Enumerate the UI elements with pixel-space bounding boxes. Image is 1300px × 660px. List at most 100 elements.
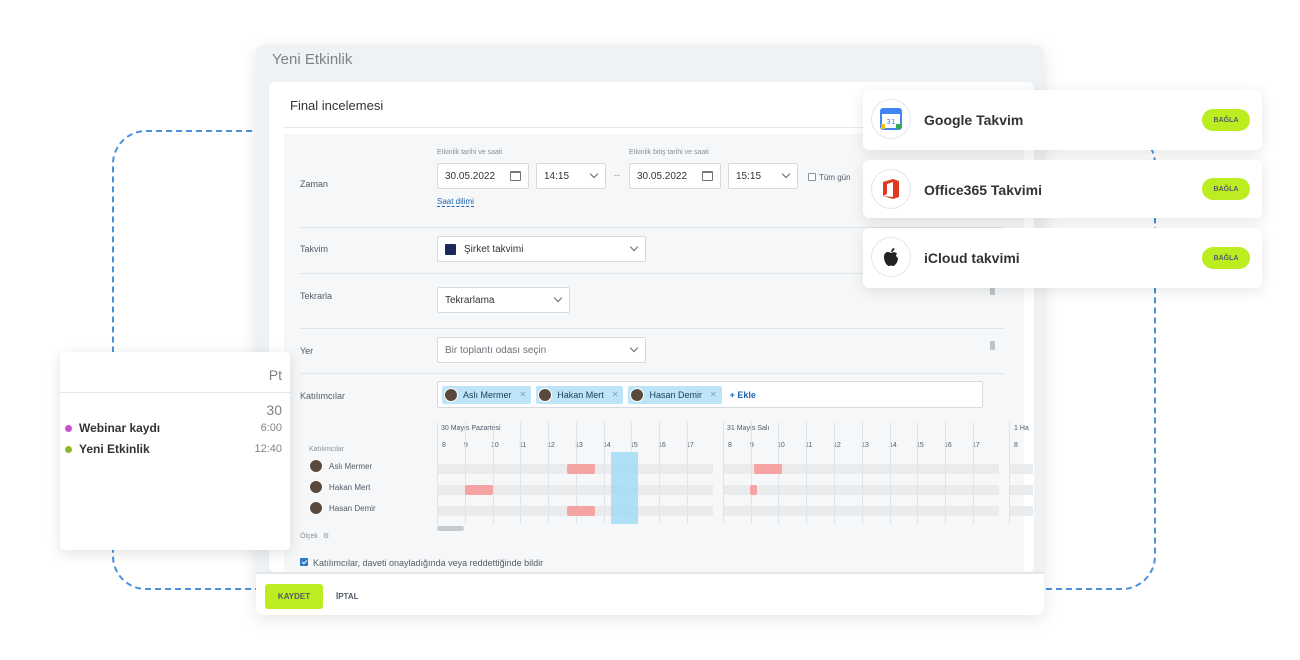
- agenda-item[interactable]: Yeni Etkinlik 12:40: [65, 442, 282, 456]
- day-label: 30 Mayıs Pazartesi: [441, 425, 501, 432]
- person-name: Hasan Demir: [329, 503, 376, 513]
- scale-label[interactable]: Ölçek ⚙: [300, 532, 329, 540]
- event-color-dot: [65, 445, 72, 453]
- availability-timeline[interactable]: 30 Mayıs Pazartesi 31 Mayıs Salı 1 Ha 8 …: [437, 422, 1033, 531]
- timeline-person: Aslı Mermer: [309, 459, 372, 473]
- connect-button[interactable]: BAĞLA: [1202, 247, 1250, 269]
- event-title: Webinar kaydı: [79, 421, 161, 435]
- timezone-link[interactable]: Saat dilimi: [437, 197, 474, 207]
- agenda-item[interactable]: Webinar kaydı 6:00: [65, 421, 282, 435]
- busy-slot: [567, 464, 595, 474]
- avatar: [309, 501, 323, 515]
- connect-button[interactable]: BAĞLA: [1202, 109, 1250, 131]
- agenda-panel: Pt 30 Webinar kaydı 6:00 Yeni Etkinlik 1…: [60, 352, 290, 550]
- divider: [60, 392, 290, 393]
- grid-line: [659, 422, 660, 524]
- gear-icon[interactable]: ⚙: [323, 533, 329, 540]
- connect-button[interactable]: BAĞLA: [1202, 178, 1250, 200]
- start-time-select[interactable]: 14:15: [536, 163, 606, 189]
- grid-line: [465, 422, 466, 524]
- integration-name: Office365 Takvimi: [924, 182, 1043, 198]
- avatar: [444, 387, 458, 402]
- grid-line: [890, 422, 891, 524]
- pin-icon[interactable]: [990, 341, 995, 350]
- end-caption: Etkinlik bitiş tarihi ve saati: [629, 149, 709, 156]
- dialog-title: Yeni Etkinlik: [272, 51, 353, 68]
- room-select[interactable]: Bir toplantı odası seçin: [437, 337, 646, 363]
- calendar-icon[interactable]: [510, 171, 521, 181]
- add-attendee-link[interactable]: + Ekle: [730, 390, 756, 400]
- hour-label: 8: [728, 442, 732, 449]
- divider: [300, 328, 1004, 329]
- google-calendar-icon: 31: [871, 99, 911, 139]
- person-name: Aslı Mermer: [329, 461, 373, 471]
- chevron-down-icon: [589, 169, 599, 179]
- calendar-icon[interactable]: [702, 171, 713, 181]
- chevron-down-icon: [781, 169, 791, 179]
- close-icon[interactable]: ✕: [710, 390, 717, 399]
- close-icon[interactable]: ✕: [520, 390, 527, 399]
- attendees-input[interactable]: Aslı Mermer ✕ Hakan Mert ✕ Hasan Demir ✕…: [437, 381, 983, 408]
- scale-text: Ölçek: [300, 533, 318, 540]
- takvim-label: Takvim: [300, 244, 329, 254]
- attendee-chip[interactable]: Hasan Demir ✕: [628, 385, 722, 404]
- grid-line: [548, 422, 549, 524]
- timeline-row: [723, 485, 999, 495]
- grid-line: [917, 422, 918, 524]
- range-separator: --: [614, 170, 620, 180]
- busy-slot: [750, 485, 757, 495]
- chevron-down-icon: [629, 343, 639, 353]
- day-label: 31 Mayıs Salı: [727, 425, 770, 432]
- event-name-input[interactable]: Final incelemesi: [290, 98, 383, 113]
- attendee-chip[interactable]: Aslı Mermer ✕: [442, 385, 532, 404]
- timeline-row: [723, 506, 999, 516]
- chip-label: Aslı Mermer: [463, 389, 512, 400]
- event-time: 12:40: [254, 443, 282, 455]
- save-button[interactable]: KAYDET: [265, 584, 323, 609]
- end-time-value: 15:15: [736, 170, 762, 182]
- chevron-down-icon: [553, 293, 563, 303]
- timeline-row: [1009, 506, 1033, 516]
- event-color-dot: [65, 424, 72, 432]
- end-time-select[interactable]: 15:15: [728, 163, 798, 189]
- avatar: [630, 387, 645, 402]
- grid-line: [834, 422, 835, 524]
- room-placeholder: Bir toplantı odası seçin: [445, 344, 547, 356]
- grid-line: [604, 422, 605, 524]
- calendar-value: Şirket takvimi: [464, 243, 524, 255]
- timeline-column-label: Katılımcılar: [309, 446, 345, 453]
- event-time: 6:00: [260, 422, 282, 434]
- grid-line: [520, 422, 521, 524]
- calendar-select[interactable]: Şirket takvimi: [437, 236, 646, 262]
- hour-label: 8: [442, 442, 446, 449]
- chip-label: Hasan Demir: [649, 389, 702, 400]
- end-date-input[interactable]: 30.05.2022: [629, 163, 721, 189]
- all-day-label: Tüm gün: [819, 173, 851, 182]
- end-date-value: 30.05.2022: [637, 170, 688, 182]
- all-day-checkbox[interactable]: [808, 173, 816, 181]
- person-name: Hakan Mert: [329, 482, 371, 492]
- start-date-input[interactable]: 30.05.2022: [437, 163, 529, 189]
- close-icon[interactable]: ✕: [612, 390, 619, 399]
- notify-label: Katılımcılar, daveti onayladığında veya …: [313, 558, 544, 568]
- icloud-card: iCloud takvimi BAĞLA: [863, 228, 1262, 288]
- repeat-select[interactable]: Tekrarlama: [437, 287, 570, 313]
- chip-label: Hakan Mert: [557, 389, 604, 400]
- timeline-row: [1009, 485, 1033, 495]
- office365-card: Office365 Takvimi BAĞLA: [863, 160, 1262, 218]
- selected-time-range[interactable]: [611, 452, 638, 524]
- dialog-footer: KAYDET İPTAL: [256, 572, 1044, 615]
- notify-checkbox[interactable]: [300, 558, 308, 566]
- busy-slot: [754, 464, 782, 474]
- timeline-person: Hakan Mert: [309, 480, 370, 494]
- grid-line: [493, 422, 494, 524]
- cancel-button[interactable]: İPTAL: [336, 592, 359, 601]
- grid-line: [437, 422, 438, 524]
- office365-icon: [871, 169, 911, 209]
- grid-line: [687, 422, 688, 524]
- form-card: Final incelemesi Zaman Etkinlik tarihi v…: [269, 82, 1034, 572]
- busy-slot: [567, 506, 595, 516]
- day-label: 1 Ha: [1014, 425, 1029, 432]
- timeline-scrollbar[interactable]: [437, 526, 464, 531]
- attendee-chip[interactable]: Hakan Mert ✕: [536, 385, 624, 404]
